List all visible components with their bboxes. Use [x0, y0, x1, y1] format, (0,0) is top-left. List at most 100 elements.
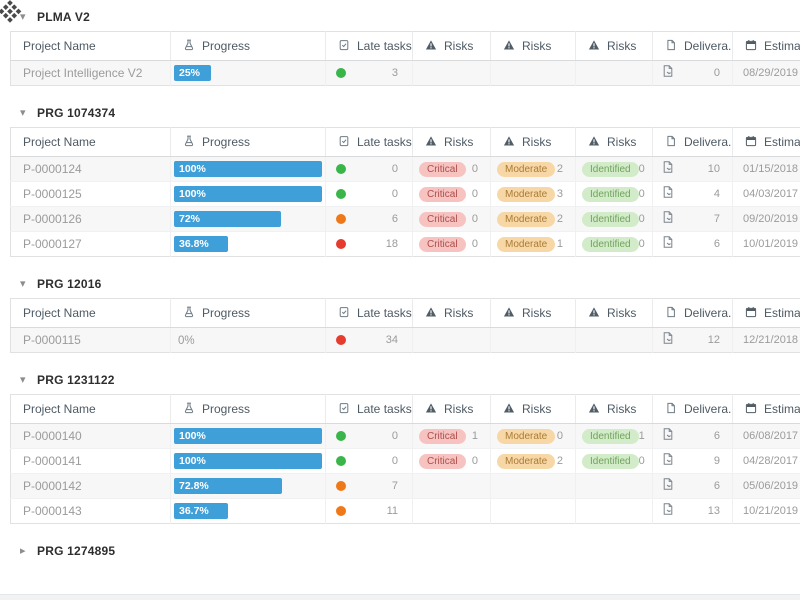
- risk-cell: [491, 474, 576, 499]
- column-header-risks[interactable]: Risks: [413, 32, 491, 61]
- column-header-label: Delivera...: [684, 135, 732, 149]
- group-header[interactable]: ▸PRG 1274895: [20, 544, 115, 558]
- group-title: PLMA V2: [37, 10, 90, 24]
- late-tasks-count: 0: [392, 163, 398, 175]
- drag-handle-icon[interactable]: [0, 0, 25, 25]
- project-row[interactable]: P-000014336.7%111310/21/2019: [11, 499, 800, 524]
- estimated-date-cell: 01/15/2018: [733, 157, 800, 182]
- column-header-progress[interactable]: Progress: [171, 299, 326, 328]
- group-header[interactable]: ▾PRG 1231122: [20, 373, 115, 387]
- project-name-cell[interactable]: P-0000141: [11, 449, 171, 474]
- column-header-progress[interactable]: Progress: [171, 395, 326, 424]
- column-header-progress[interactable]: Progress: [171, 32, 326, 61]
- deliverables-cell: 4: [653, 182, 733, 207]
- column-header-delivera[interactable]: Delivera...: [653, 128, 733, 157]
- column-header-estimated[interactable]: Estimated: [733, 299, 800, 328]
- column-header-risks[interactable]: Risks: [576, 32, 653, 61]
- column-header-estimated[interactable]: Estimated: [733, 32, 800, 61]
- late-tasks-count: 0: [392, 188, 398, 200]
- project-name-cell[interactable]: P-0000140: [11, 424, 171, 449]
- caret-down-icon[interactable]: ▾: [20, 108, 30, 119]
- project-row[interactable]: P-000012672%6Critical0Moderate2Identifie…: [11, 207, 800, 232]
- project-name-cell[interactable]: P-0000115: [11, 328, 171, 353]
- risk-badge-moderate: Moderate: [497, 212, 555, 227]
- deliverables-count: 12: [708, 334, 720, 346]
- risk-count: 3: [557, 188, 563, 200]
- warning-icon: [425, 402, 437, 417]
- risk-count: 0: [639, 163, 645, 175]
- progress-cell: 100%: [171, 157, 326, 182]
- caret-right-icon[interactable]: ▸: [20, 546, 30, 557]
- column-header-project-name[interactable]: Project Name: [11, 32, 171, 61]
- column-header-progress[interactable]: Progress: [171, 128, 326, 157]
- column-header-project-name[interactable]: Project Name: [11, 128, 171, 157]
- column-header-late-tasks[interactable]: Late tasks: [326, 395, 413, 424]
- group-header[interactable]: ▾PRG 12016: [20, 277, 102, 291]
- column-header-label: Late tasks: [357, 306, 412, 320]
- group-header[interactable]: ▾PLMA V2: [20, 10, 90, 24]
- column-header-label: Risks: [522, 306, 551, 320]
- column-header-label: Risks: [522, 402, 551, 416]
- project-portfolio-page: ▾PLMA V2Project NameProgressLate tasksRi…: [0, 0, 800, 600]
- project-row[interactable]: P-000014272.8%7605/06/2019: [11, 474, 800, 499]
- project-row[interactable]: P-0000141100%0Critical0Moderate2Identifi…: [11, 449, 800, 474]
- late-tasks-count: 0: [392, 430, 398, 442]
- deliverables-count: 0: [714, 67, 720, 79]
- column-header-risks[interactable]: Risks: [576, 128, 653, 157]
- project-name-cell[interactable]: P-0000143: [11, 499, 171, 524]
- late-tasks-count: 7: [392, 480, 398, 492]
- column-header-late-tasks[interactable]: Late tasks: [326, 299, 413, 328]
- column-header-risks[interactable]: Risks: [491, 395, 576, 424]
- project-name-cell[interactable]: P-0000124: [11, 157, 171, 182]
- risk-cell: Identified0: [576, 157, 653, 182]
- warning-icon: [588, 39, 600, 54]
- project-row[interactable]: P-0000124100% 0 Critical0Moderate2Identifi…: [11, 157, 800, 182]
- column-header-risks[interactable]: Risks: [576, 395, 653, 424]
- project-row[interactable]: Project Intelligence V225%3008/29/2019: [11, 61, 800, 86]
- flask-icon: [183, 39, 195, 54]
- group-header[interactable]: ▾PRG 1074374: [20, 106, 115, 120]
- column-header-delivera[interactable]: Delivera...: [653, 32, 733, 61]
- project-name-cell[interactable]: P-0000142: [11, 474, 171, 499]
- project-row[interactable]: P-0000140100%0Critical1Moderate0Identifi…: [11, 424, 800, 449]
- column-header-risks[interactable]: Risks: [491, 128, 576, 157]
- project-row[interactable]: P-000012736.8%18Critical0Moderate1Identi…: [11, 232, 800, 257]
- column-header-risks[interactable]: Risks: [491, 299, 576, 328]
- column-header-project-name[interactable]: Project Name: [11, 299, 171, 328]
- project-row[interactable]: P-00001150%341212/21/2018: [11, 328, 800, 353]
- risk-cell: Critical1: [413, 424, 491, 449]
- column-header-label: Progress: [202, 306, 250, 320]
- column-header-estimated[interactable]: Estimated: [733, 128, 800, 157]
- column-header-estimated[interactable]: Estimated: [733, 395, 800, 424]
- column-header-risks[interactable]: Risks: [413, 299, 491, 328]
- estimated-date-cell: 09/20/2019: [733, 207, 800, 232]
- column-header-label: Risks: [444, 402, 473, 416]
- column-header-risks[interactable]: Risks: [491, 32, 576, 61]
- caret-down-icon[interactable]: ▾: [20, 279, 30, 290]
- caret-down-icon[interactable]: ▾: [20, 375, 30, 386]
- column-header-risks[interactable]: Risks: [576, 299, 653, 328]
- project-row[interactable]: P-0000125100%0Critical0Moderate3Identifi…: [11, 182, 800, 207]
- column-header-label: Estimated: [764, 306, 800, 320]
- deliverable-file-icon: [661, 502, 675, 521]
- column-header-delivera[interactable]: Delivera...: [653, 395, 733, 424]
- risk-cell: Critical0: [413, 157, 491, 182]
- estimated-date-cell: 10/01/2019: [733, 232, 800, 257]
- project-name-cell[interactable]: P-0000125: [11, 182, 171, 207]
- column-header-risks[interactable]: Risks: [413, 395, 491, 424]
- column-header-delivera[interactable]: Delivera...: [653, 299, 733, 328]
- column-header-late-tasks[interactable]: Late tasks: [326, 128, 413, 157]
- risk-cell: Moderate2: [491, 157, 576, 182]
- project-name-cell[interactable]: Project Intelligence V2: [11, 61, 171, 86]
- project-group: ▸PRG 1274895: [10, 544, 800, 558]
- project-name-cell[interactable]: P-0000126: [11, 207, 171, 232]
- column-header-label: Risks: [607, 135, 636, 149]
- deliverables-count: 6: [714, 480, 720, 492]
- late-tasks-cell: 0: [326, 157, 413, 182]
- column-header-label: Estimated: [764, 135, 800, 149]
- column-header-late-tasks[interactable]: Late tasks: [326, 32, 413, 61]
- project-name-cell[interactable]: P-0000127: [11, 232, 171, 257]
- column-header-project-name[interactable]: Project Name: [11, 395, 171, 424]
- estimated-date-cell: 06/08/2017: [733, 424, 800, 449]
- column-header-risks[interactable]: Risks: [413, 128, 491, 157]
